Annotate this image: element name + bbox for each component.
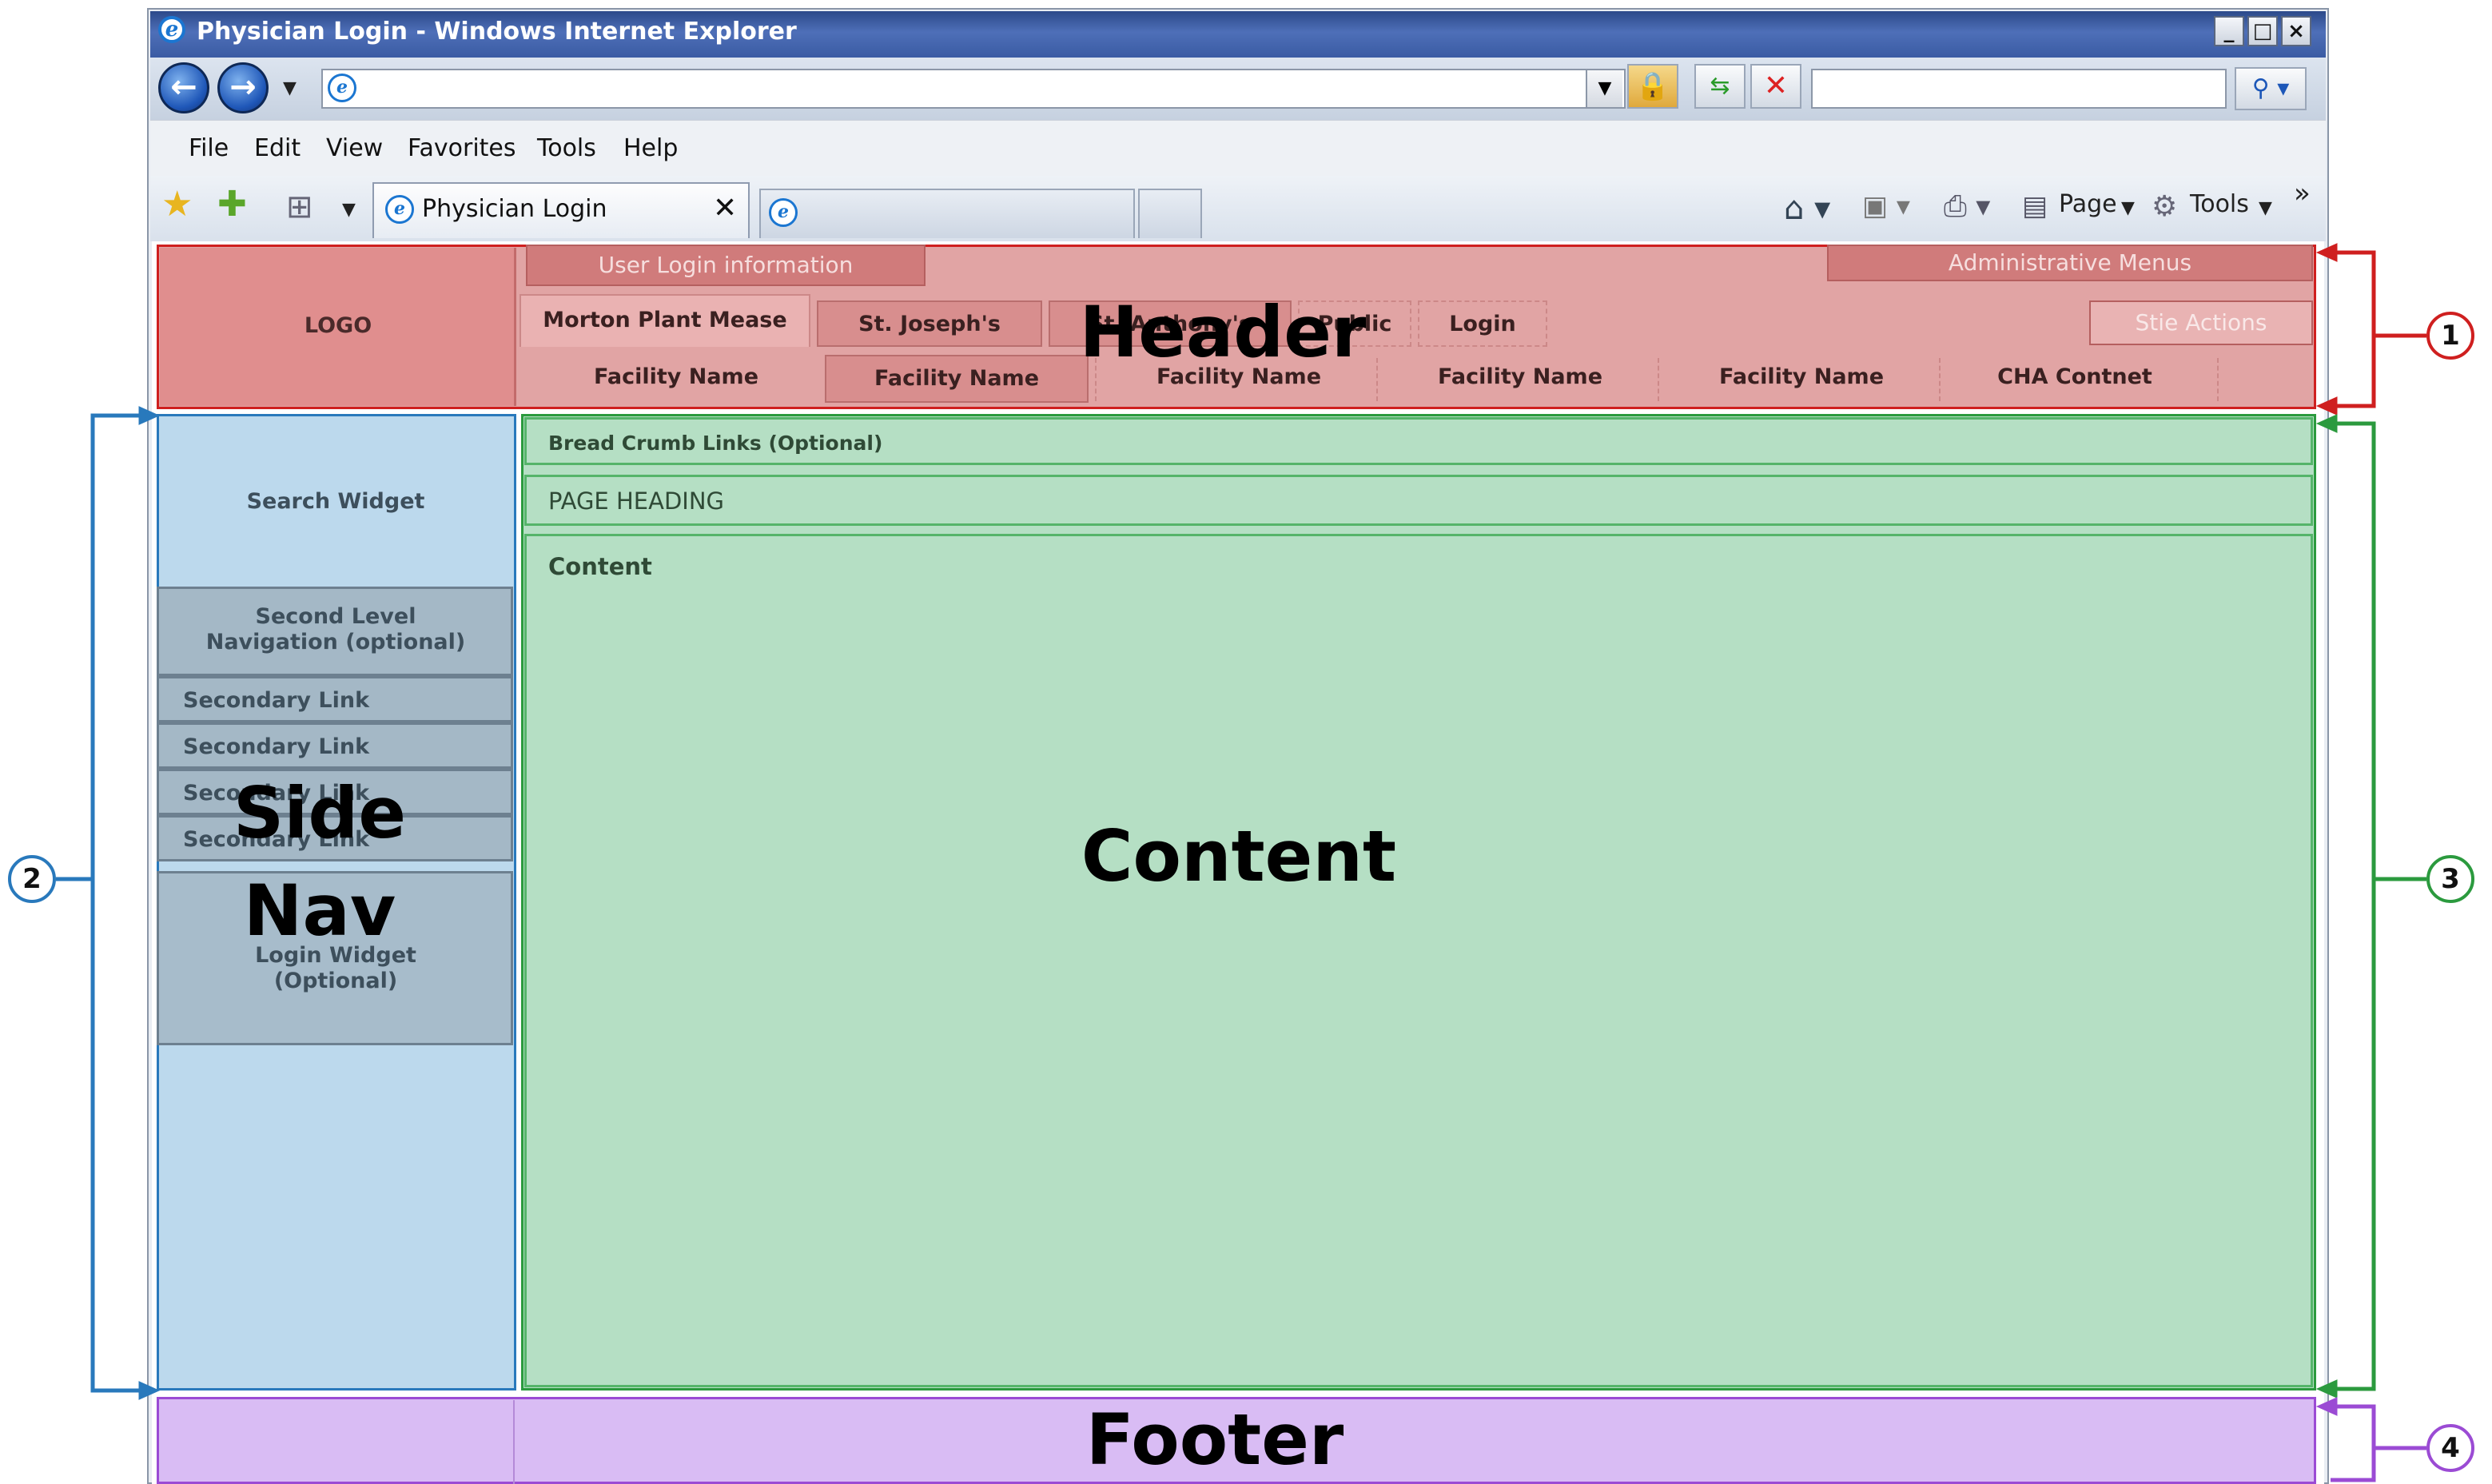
annotation-brackets	[56, 243, 2426, 1482]
sidenav-bracket	[56, 406, 161, 1400]
footer-bracket	[2315, 1397, 2426, 1482]
header-bracket	[2315, 243, 2426, 416]
callout-2: 2	[8, 855, 56, 903]
content-bracket	[2315, 414, 2426, 1398]
callout-3: 3	[2426, 855, 2474, 903]
callout-1: 1	[2426, 312, 2474, 360]
callout-4: 4	[2426, 1424, 2474, 1472]
